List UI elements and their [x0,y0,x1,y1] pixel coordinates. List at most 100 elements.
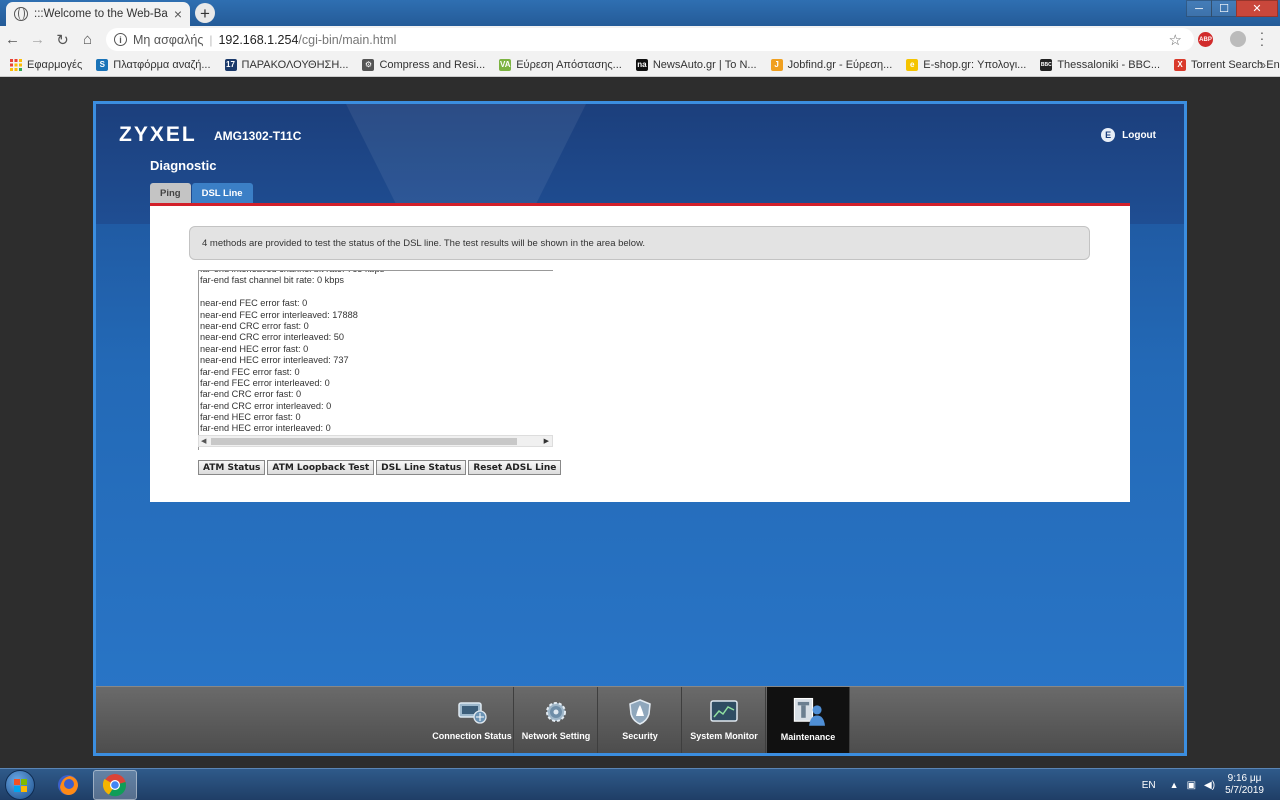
windows-logo-icon [14,779,27,792]
bookmark-item[interactable]: ⚙ Compress and Resi... [362,58,486,71]
address-bar[interactable]: i Μη ασφαλής | 192.168.1.254 /cgi-bin/ma… [106,28,1194,51]
atm-loopback-test-button[interactable]: ATM Loopback Test [267,460,375,475]
result-line: near-end HEC error interleaved: 737 [200,355,349,366]
start-button[interactable] [5,770,35,800]
taskbar-firefox[interactable] [46,770,90,800]
result-line [200,287,540,298]
volume-icon[interactable]: ◀) [1204,780,1215,791]
result-line: far-end HEC error fast: 0 [200,412,301,423]
taskbar-chrome[interactable] [93,770,137,800]
router-frame: ZYXEL AMG1302-T11C E Logout Diagnostic P… [93,101,1187,756]
gear-icon [546,702,566,722]
result-line: near-end CRC error interleaved: 50 [200,332,345,343]
bookmark-label: Compress and Resi... [379,58,486,71]
maximize-button[interactable]: ☐ [1211,0,1237,17]
bookmark-label: Thessaloniki - BBC... [1057,58,1161,71]
bookmark-label: Εφαρμογές [27,58,83,71]
dock-system-monitor[interactable]: System Monitor [683,687,766,753]
reload-button[interactable]: ↻ [50,31,75,49]
close-window-button[interactable]: ✕ [1236,0,1278,17]
test-result-textarea[interactable]: far-end interleaved channel bit rate: 76… [198,270,553,450]
dock-connection-status[interactable]: Connection Status [431,687,514,753]
dock-label: System Monitor [690,731,758,741]
bookmarks-overflow-button[interactable]: » [1259,58,1266,72]
dock-network-setting[interactable]: Network Setting [515,687,598,753]
scroll-right-icon[interactable]: ▶ [544,436,549,447]
bookmark-item[interactable]: VA Εύρεση Απόστασης... [499,58,622,71]
info-icon[interactable]: i [114,33,127,46]
bookmark-item[interactable]: BBC Thessaloniki - BBC... [1040,58,1161,71]
dock-maintenance[interactable]: Maintenance [767,687,850,753]
clock-date: 5/7/2019 [1225,785,1264,796]
va-icon: VA [499,58,512,71]
address-separator: | [209,32,213,47]
result-text: far-end interleaved channel bit rate: 76… [200,271,540,435]
forward-button[interactable]: → [25,31,50,48]
result-line: near-end FEC error fast: 0 [200,298,308,309]
dock-label: Security [622,731,658,741]
dock-security[interactable]: Security [599,687,682,753]
result-line: far-end CRC error fast: 0 [200,389,302,400]
j-icon: J [770,58,783,71]
bookmark-item[interactable]: 17 ΠΑΡΑΚΟΛΟΥΘΗΣΗ... [224,58,349,71]
bookmark-label: NewsAuto.gr | Το Ν... [652,58,757,71]
bookmark-label: Εύρεση Απόστασης... [516,58,622,71]
bookmark-item[interactable]: na NewsAuto.gr | Το Ν... [635,58,757,71]
clock[interactable]: 9:16 μμ 5/7/2019 [1225,773,1264,797]
chrome-menu-icon[interactable]: · · · [1257,25,1267,51]
chrome-icon [103,774,127,797]
network-icon[interactable]: ▣ [1187,780,1196,791]
firefox-icon [58,775,78,795]
result-line: near-end HEC error fast: 0 [200,343,309,354]
bookmark-label: Jobfind.gr - Εύρεση... [787,58,893,71]
url-host: 192.168.1.254 [218,32,299,47]
tray-expand-icon[interactable]: ▲ [1170,780,1179,790]
browser-tab[interactable]: :::Welcome to the Web-Based Co × [6,2,190,26]
test-buttons: ATM Status ATM Loopback Test DSL Line St… [198,460,563,475]
minimize-button[interactable]: ─ [1186,0,1212,17]
home-button[interactable]: ⌂ [75,31,100,48]
result-horizontal-scrollbar[interactable]: ◀ ▶ [198,435,553,447]
bookmark-item[interactable]: J Jobfind.gr - Εύρεση... [770,58,893,71]
clock-time: 9:16 μμ [1227,773,1262,784]
tab-close-button[interactable]: × [174,6,182,22]
security-label: Μη ασφαλής [133,32,204,47]
atm-status-button[interactable]: ATM Status [198,460,266,475]
back-button[interactable]: ← [0,31,25,48]
reset-adsl-line-button[interactable]: Reset ADSL Line [468,460,562,475]
bookmark-label: Torrent Search Engi... [1191,58,1280,71]
scroll-thumb[interactable] [211,438,517,445]
bottom-nav-dock: Connection Status Network Setting Securi… [96,686,1184,753]
tab-dsl-line[interactable]: DSL Line [191,183,253,203]
scroll-left-icon[interactable]: ◀ [201,436,206,447]
bookmark-item[interactable]: e E-shop.gr: Υπολογι... [906,58,1026,71]
na-icon: na [635,58,648,71]
language-indicator[interactable]: EN [1142,780,1156,791]
new-tab-button[interactable]: + [195,3,215,23]
globe-icon [14,7,28,21]
tab-ping[interactable]: Ping [150,183,191,203]
bookmark-star-icon[interactable]: ☆ [1169,31,1182,49]
bookmark-label: ΠΑΡΑΚΟΛΟΥΘΗΣΗ... [241,58,349,71]
tab-title: :::Welcome to the Web-Based Co [34,8,168,20]
bookmark-label: Πλατφόρμα αναζή... [113,58,211,71]
logout-button[interactable]: E Logout [1101,128,1156,142]
bookmark-item[interactable]: Εφαρμογές [10,58,83,71]
bbc-icon: BBC [1040,58,1053,71]
page-title: Diagnostic [150,158,217,173]
adblock-extension-icon[interactable]: ABP [1198,32,1213,47]
info-message: 4 methods are provided to test the statu… [189,226,1090,260]
result-line: near-end CRC error fast: 0 [200,320,309,331]
gear-icon: ⚙ [362,58,375,71]
bookmark-item[interactable]: S Πλατφόρμα αναζή... [96,58,211,71]
apps-grid-icon [10,58,22,71]
dsl-line-status-button[interactable]: DSL Line Status [376,460,467,475]
dock-label: Maintenance [780,732,836,742]
zyxel-logo: ZYXEL [119,123,197,146]
window-controls: ─ ☐ ✕ [1186,0,1278,17]
logout-label: Logout [1122,129,1156,141]
17-icon: 17 [224,58,237,71]
page-viewport: ZYXEL AMG1302-T11C E Logout Diagnostic P… [0,78,1280,768]
profile-avatar[interactable] [1230,31,1246,47]
system-tray: EN ▲ ▣ ◀) 9:16 μμ 5/7/2019 [1142,769,1280,800]
